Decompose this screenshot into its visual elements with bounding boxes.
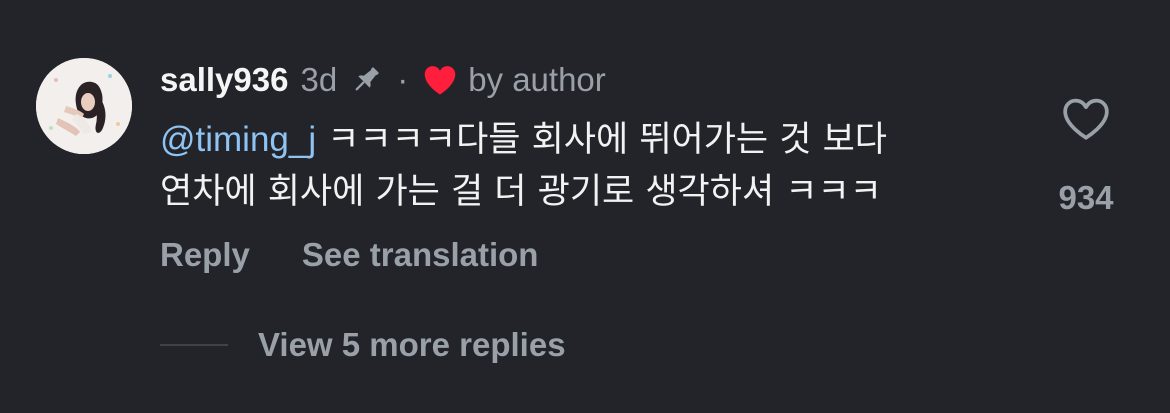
view-replies-row: View 5 more replies: [160, 326, 566, 364]
comment-text: @timing_j ㅋㅋㅋㅋ다들 회사에 뛰어가는 것 보다 연차에 회사에 가…: [160, 114, 1030, 218]
timestamp: 3d: [300, 61, 338, 98]
see-translation-button[interactable]: See translation: [302, 236, 539, 274]
replies-divider: [160, 344, 228, 346]
heart-outline-icon[interactable]: [1061, 96, 1111, 147]
username[interactable]: sally936: [160, 61, 288, 99]
comment-text-line2: 연차에 회사에 가는 걸 더 광기로 생각하셔 ㅋㅋㅋ: [160, 172, 882, 212]
mention-link[interactable]: @timing_j: [160, 120, 316, 159]
like-section: 934: [1050, 96, 1122, 217]
view-more-replies-button[interactable]: View 5 more replies: [258, 326, 566, 364]
comment-text-line1: ㅋㅋㅋㅋ다들 회사에 뛰어가는 것 보다: [316, 120, 887, 160]
comment-actions: Reply See translation: [160, 236, 538, 274]
author-liked-badge: by author: [468, 61, 606, 98]
comment: sally936 3d · by author @timing_j ㅋㅋㅋㅋ다들…: [160, 58, 1030, 218]
heart-filled-icon: [422, 64, 458, 96]
like-count: 934: [1058, 179, 1114, 216]
avatar-image: [36, 58, 132, 154]
separator-dot: ·: [397, 61, 409, 98]
avatar[interactable]: [36, 58, 132, 154]
pin-icon: [349, 63, 383, 97]
reply-button[interactable]: Reply: [160, 236, 250, 274]
comment-meta: sally936 3d · by author: [160, 58, 1030, 102]
